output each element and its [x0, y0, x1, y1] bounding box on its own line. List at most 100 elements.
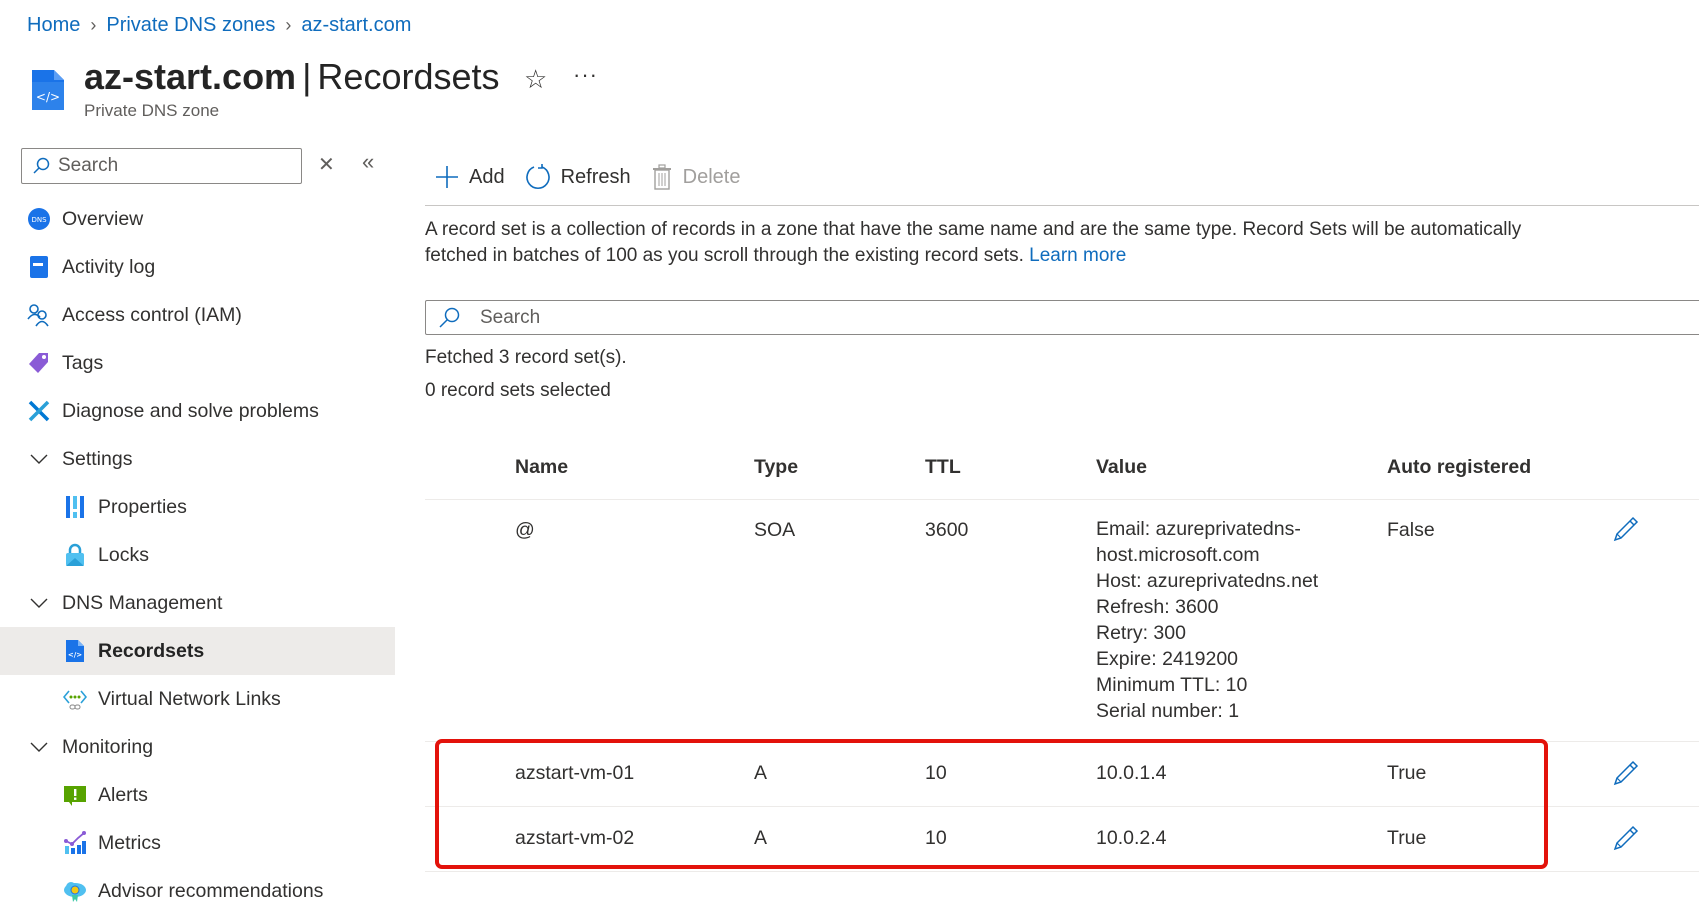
cell-type: A — [754, 762, 768, 784]
cell-ttl: 10 — [925, 762, 947, 784]
cell-value: 10.0.1.4 — [1096, 762, 1167, 784]
breadcrumb-zone[interactable]: az-start.com — [301, 14, 411, 37]
sidebar-item-advisor-recommendations[interactable]: Advisor recommendations — [0, 867, 395, 915]
cell-auto-registered: False — [1387, 519, 1435, 541]
sidebar-item-label: Advisor recommendations — [98, 879, 324, 902]
cell-type: SOA — [754, 519, 796, 541]
sidebar-item-label: Alerts — [98, 783, 148, 806]
sidebar-item-alerts[interactable]: Alerts — [0, 771, 395, 819]
edit-pencil-icon[interactable] — [1613, 760, 1639, 791]
breadcrumb: Home › Private DNS zones › az-start.com — [27, 14, 411, 37]
sidebar-item-label: Diagnose and solve problems — [62, 399, 319, 422]
chevron-down-icon — [26, 454, 52, 464]
sidebar-item-label: Metrics — [98, 831, 161, 854]
value-line: Retry: 300 — [1096, 622, 1186, 644]
resource-name: az-start.com — [84, 56, 297, 97]
sidebar-item-overview[interactable]: DNS Overview — [0, 195, 395, 243]
sidebar-item-label: Tags — [62, 351, 104, 374]
breadcrumb-private-dns-zones[interactable]: Private DNS zones — [106, 14, 275, 37]
cell-value: 10.0.2.4 — [1096, 827, 1167, 849]
edit-pencil-icon[interactable] — [1613, 516, 1639, 547]
title-separator: | — [302, 56, 312, 97]
refresh-button[interactable]: Refresh — [515, 160, 641, 194]
sidebar-search-input[interactable] — [58, 155, 278, 177]
edit-pencil-icon[interactable] — [1613, 825, 1639, 856]
sidebar-item-recordsets[interactable]: </> Recordsets — [0, 627, 395, 675]
refresh-icon — [525, 164, 551, 190]
cell-name: azstart-vm-02 — [515, 827, 635, 849]
advisor-icon — [62, 878, 88, 904]
sidebar-item-metrics[interactable]: Metrics — [0, 819, 395, 867]
star-outline-icon[interactable]: ☆ — [524, 64, 547, 95]
sidebar-item-access-control[interactable]: Access control (IAM) — [0, 291, 395, 339]
chevron-down-icon — [26, 742, 52, 752]
learn-more-link[interactable]: Learn more — [1029, 245, 1126, 266]
delete-button[interactable]: Delete — [641, 160, 751, 194]
column-header-name[interactable]: Name — [515, 456, 568, 479]
column-header-ttl[interactable]: TTL — [925, 456, 961, 479]
cell-auto-registered: True — [1387, 762, 1427, 784]
sidebar-item-label: Access control (IAM) — [62, 303, 242, 326]
recordset-icon: </> — [62, 638, 88, 664]
vnet-link-icon — [62, 686, 88, 712]
cell-ttl: 3600 — [925, 519, 969, 541]
cell-type: A — [754, 827, 768, 849]
blade-title: Recordsets — [317, 56, 500, 97]
wrench-icon — [26, 398, 52, 424]
value-line: Minimum TTL: 10 — [1096, 674, 1248, 696]
sidebar-item-tags[interactable]: Tags — [0, 339, 395, 387]
value-line: Host: azureprivatedns.net — [1096, 570, 1319, 592]
sidebar-item-label: Virtual Network Links — [98, 687, 281, 710]
sidebar-item-activity-log[interactable]: Activity log — [0, 243, 395, 291]
refresh-label: Refresh — [560, 165, 631, 188]
activity-log-icon — [26, 254, 52, 280]
recordset-search-input[interactable] — [480, 306, 1080, 329]
sidebar-item-label: Recordsets — [98, 639, 205, 662]
sidebar-group-monitoring[interactable]: Monitoring — [0, 723, 395, 771]
sidebar-item-locks[interactable]: Locks — [0, 531, 395, 579]
sidebar-item-label: Activity log — [62, 255, 156, 278]
sidebar-item-label: Monitoring — [62, 735, 154, 758]
sidebar-item-label: Locks — [98, 543, 149, 566]
cell-auto-registered: True — [1387, 827, 1427, 849]
sidebar-item-properties[interactable]: Properties — [0, 483, 395, 531]
fetched-count: Fetched 3 record set(s). — [425, 347, 627, 368]
sidebar-group-dns-management[interactable]: DNS Management — [0, 579, 395, 627]
column-header-type[interactable]: Type — [754, 456, 798, 479]
table-row[interactable]: azstart-vm-01 A 10 10.0.1.4 True — [425, 742, 1699, 806]
table-row[interactable]: @ SOA 3600 Email: azureprivatedns- host.… — [425, 500, 1699, 740]
properties-icon — [62, 494, 88, 520]
search-icon — [439, 307, 460, 328]
description-text: A record set is a collection of records … — [425, 219, 1522, 266]
metrics-icon — [62, 830, 88, 856]
value-line: Email: azureprivatedns- — [1096, 518, 1301, 540]
cell-name: @ — [515, 519, 535, 541]
add-button[interactable]: Add — [425, 161, 515, 193]
cell-ttl: 10 — [925, 827, 947, 849]
chevron-right-icon: › — [90, 15, 97, 35]
sidebar-group-settings[interactable]: Settings — [0, 435, 395, 483]
clear-search-icon[interactable]: ✕ — [318, 152, 335, 177]
column-header-auto-registered[interactable]: Auto registered — [1387, 456, 1531, 479]
sidebar-item-label: Properties — [98, 495, 187, 518]
sidebar-search[interactable] — [21, 148, 302, 184]
trash-icon — [651, 164, 673, 190]
tag-icon — [26, 350, 52, 376]
ellipsis-icon[interactable]: ··· — [573, 62, 598, 88]
breadcrumb-home[interactable]: Home — [27, 14, 80, 37]
sidebar-item-virtual-network-links[interactable]: Virtual Network Links — [0, 675, 395, 723]
add-label: Add — [469, 165, 505, 188]
collapse-sidebar-icon[interactable]: « — [362, 149, 374, 175]
sidebar-item-diagnose[interactable]: Diagnose and solve problems — [0, 387, 395, 435]
value-line: host.microsoft.com — [1096, 544, 1260, 566]
table-row[interactable]: azstart-vm-02 A 10 10.0.2.4 True — [425, 807, 1699, 871]
column-header-value[interactable]: Value — [1096, 456, 1147, 479]
cell-value: Email: azureprivatedns- host.microsoft.c… — [1096, 516, 1318, 724]
value-line: Expire: 2419200 — [1096, 648, 1239, 670]
value-line: Refresh: 3600 — [1096, 596, 1219, 618]
row-divider — [425, 871, 1699, 872]
svg-text:DNS: DNS — [31, 216, 47, 224]
recordset-search[interactable] — [425, 300, 1699, 335]
selected-count: 0 record sets selected — [425, 380, 611, 401]
lock-icon — [62, 542, 88, 568]
